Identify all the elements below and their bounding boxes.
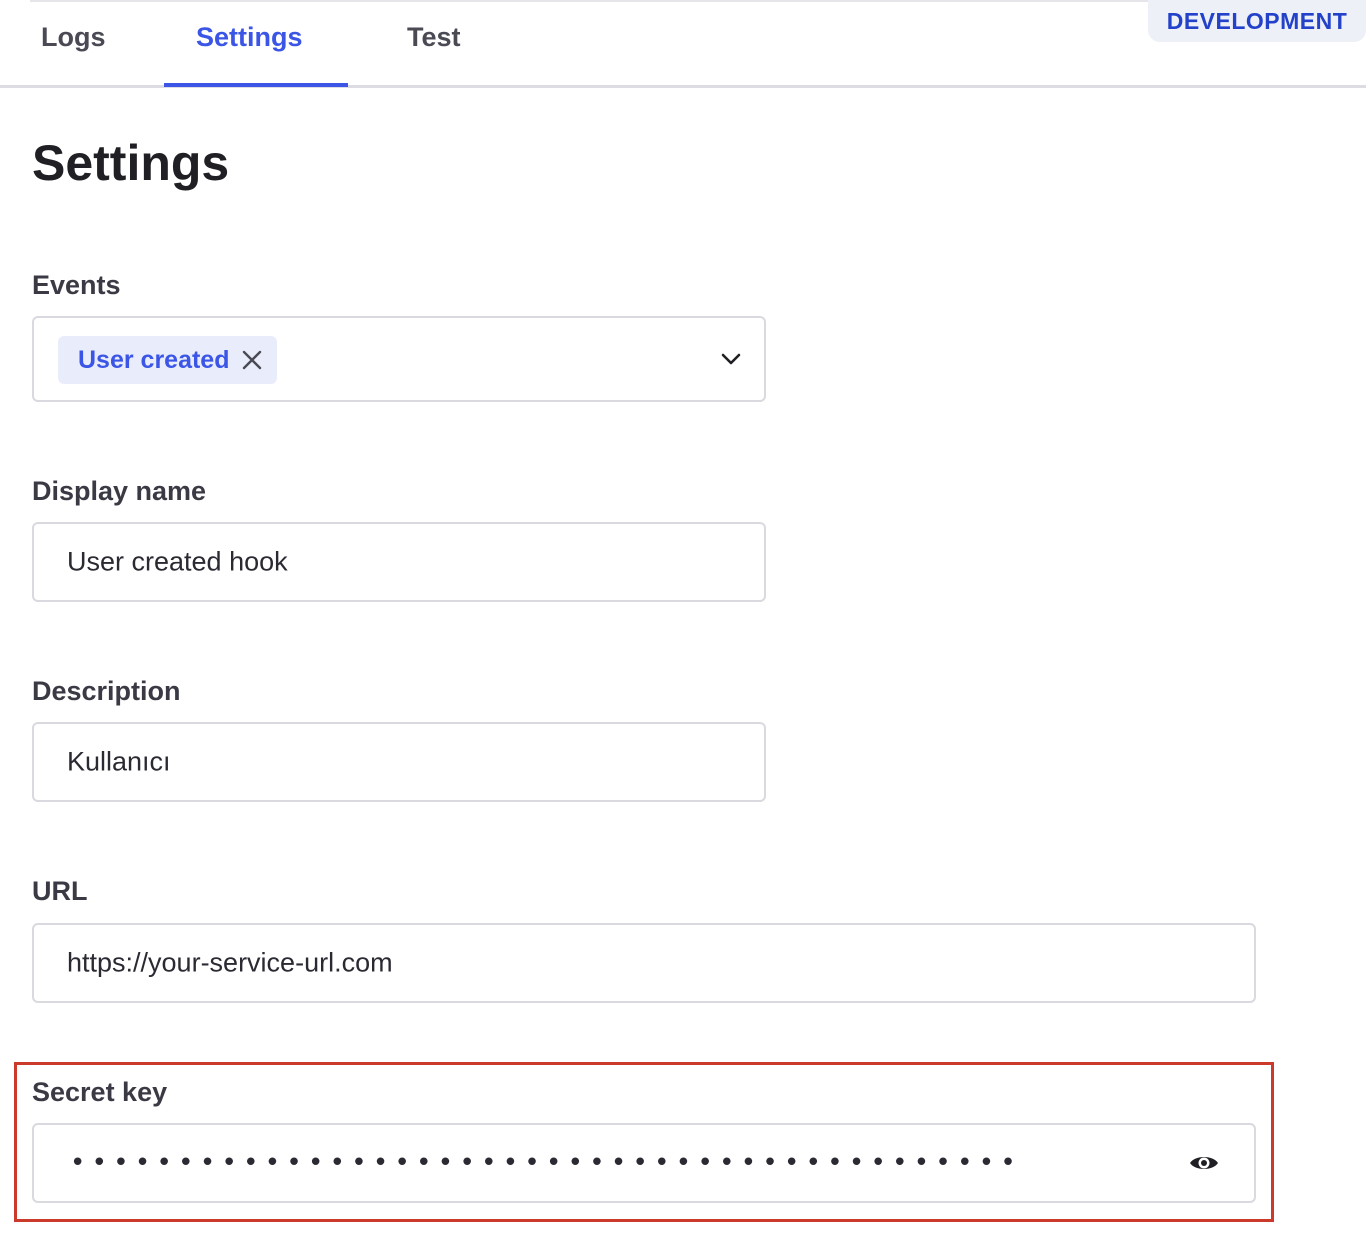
url-value: https://your-service-url.com	[67, 947, 393, 978]
tab-test[interactable]: Test	[407, 22, 461, 53]
close-icon[interactable]	[241, 349, 263, 371]
secret-key-field[interactable]: ••••••••••••••••••••••••••••••••••••••••…	[32, 1123, 1256, 1203]
tab-logs[interactable]: Logs	[41, 22, 106, 53]
environment-badge: DEVELOPMENT	[1148, 0, 1366, 42]
display-name-label: Display name	[32, 476, 207, 506]
events-label: Events	[32, 270, 121, 300]
event-chip-label: User created	[78, 345, 230, 374]
events-select[interactable]: User created	[32, 316, 766, 402]
url-field[interactable]: https://your-service-url.com	[32, 923, 1256, 1003]
event-chip-user-created: User created	[58, 336, 278, 384]
tab-settings[interactable]: Settings	[196, 22, 303, 53]
settings-page: Logs Settings Test DEVELOPMENT Settings …	[0, 0, 1366, 1236]
eye-icon[interactable]	[1188, 1152, 1220, 1174]
display-name-value: User created hook	[67, 546, 288, 577]
description-value: Kullanıcı	[67, 746, 171, 777]
display-name-field[interactable]: User created hook	[32, 522, 766, 602]
url-label: URL	[32, 876, 88, 906]
secret-key-label: Secret key	[32, 1077, 168, 1107]
chevron-down-icon[interactable]	[720, 352, 742, 366]
description-field[interactable]: Kullanıcı	[32, 722, 766, 802]
active-tab-indicator	[164, 83, 348, 87]
description-label: Description	[32, 676, 181, 706]
secret-key-masked-value: ••••••••••••••••••••••••••••••••••••••••…	[70, 1148, 1022, 1178]
page-title: Settings	[32, 135, 230, 191]
